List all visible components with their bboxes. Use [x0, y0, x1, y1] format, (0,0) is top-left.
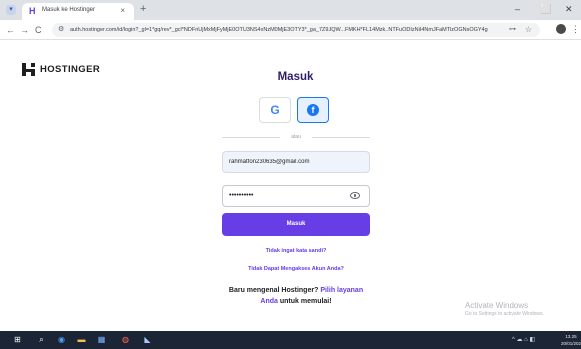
- activate-windows-watermark: Activate Windows Go to Settings to activ…: [465, 301, 544, 318]
- reload-icon[interactable]: C: [35, 24, 42, 36]
- page-title: Masuk: [277, 71, 314, 83]
- taskbar-search-icon[interactable]: ⌕: [36, 334, 47, 345]
- windows-taskbar: ⊞ ⌕ ◉ ▬ ▦ ◍ ◣ ^ ☁ ⌂ ◧ 13.25 20/01/2025: [0, 331, 581, 349]
- login-button[interactable]: Masuk: [222, 213, 370, 236]
- clock-time: 13.25: [565, 334, 577, 339]
- email-field[interactable]: [222, 151, 370, 173]
- facebook-login-button[interactable]: f: [297, 97, 329, 123]
- account-access-link[interactable]: Tidak Dapat Mengakses Akun Anda?: [220, 266, 372, 272]
- maximize-icon[interactable]: ⬜: [540, 3, 551, 15]
- new-tab-icon[interactable]: +: [140, 4, 146, 15]
- minimize-icon[interactable]: –: [515, 3, 520, 15]
- hostinger-logo[interactable]: HOSTINGER: [22, 63, 100, 76]
- system-tray-icons[interactable]: ^ ☁ ⌂ ◧: [512, 335, 535, 345]
- profile-avatar-icon[interactable]: [556, 24, 566, 34]
- signup-link-continued[interactable]: Anda: [260, 298, 278, 305]
- google-icon: G: [270, 103, 280, 117]
- password-key-icon[interactable]: ⊶: [509, 25, 516, 35]
- tab-title: Masuk ke Hostinger: [42, 7, 96, 13]
- address-bar[interactable]: ⚙ auth.hostinger.com/id/login?_gl=1*gq/r…: [52, 23, 540, 37]
- logo-text: HOSTINGER: [40, 64, 101, 75]
- show-password-eye-icon[interactable]: [350, 192, 360, 199]
- watermark-subtitle: Go to Settings to activate Windows.: [465, 311, 544, 317]
- url-text[interactable]: auth.hostinger.com/id/login?_gl=1*gq/rev…: [70, 26, 490, 34]
- bookmark-star-icon[interactable]: ☆: [525, 25, 532, 35]
- google-login-button[interactable]: G: [259, 97, 291, 123]
- tab-search-icon[interactable]: ▾: [6, 5, 16, 15]
- tab-close-icon[interactable]: ×: [120, 6, 125, 16]
- divider-line: [312, 137, 370, 138]
- login-page: HOSTINGER Masuk G f atau Masuk Tidak ing…: [0, 41, 581, 331]
- signup-suffix: untuk memulai!: [279, 298, 332, 305]
- or-divider: atau: [222, 133, 370, 141]
- signup-prefix: Baru mengenal Hostinger?: [228, 287, 319, 294]
- password-field-wrapper: [222, 185, 370, 207]
- windows-start-icon[interactable]: ⊞: [12, 334, 23, 345]
- forward-icon[interactable]: →: [20, 24, 29, 36]
- forgot-password-link[interactable]: Tidak ingat kata sandi?: [220, 248, 372, 254]
- site-info-icon[interactable]: ⚙: [58, 25, 64, 35]
- browser-tab[interactable]: H Masuk ke Hostinger ×: [22, 3, 134, 20]
- back-icon[interactable]: ←: [6, 24, 15, 36]
- facebook-icon: f: [307, 104, 319, 116]
- hostinger-logo-icon: [22, 63, 35, 76]
- edge-browser-icon[interactable]: ◉: [56, 334, 67, 345]
- browser-tab-bar: ▾ H Masuk ke Hostinger × + – ⬜ ✕: [0, 0, 581, 20]
- chrome-icon[interactable]: ◍: [120, 334, 131, 345]
- signup-prompt: Baru mengenal Hostinger? Pilih layanan A…: [219, 285, 373, 307]
- password-field[interactable]: [223, 186, 347, 206]
- store-icon[interactable]: ▦: [96, 334, 107, 345]
- clock-date: 20/01/2025: [561, 341, 581, 346]
- close-window-icon[interactable]: ✕: [565, 3, 573, 15]
- app-icon[interactable]: ◣: [142, 334, 153, 345]
- browser-toolbar: ← → C ⚙ auth.hostinger.com/id/login?_gl=…: [0, 20, 581, 40]
- watermark-title: Activate Windows: [465, 301, 529, 310]
- hostinger-favicon-icon: H: [29, 6, 36, 16]
- signup-link[interactable]: Pilih layanan: [320, 287, 363, 294]
- browser-menu-icon[interactable]: ⋮: [571, 23, 580, 35]
- file-explorer-icon[interactable]: ▬: [76, 334, 87, 345]
- taskbar-clock[interactable]: 13.25 20/01/2025: [561, 333, 581, 347]
